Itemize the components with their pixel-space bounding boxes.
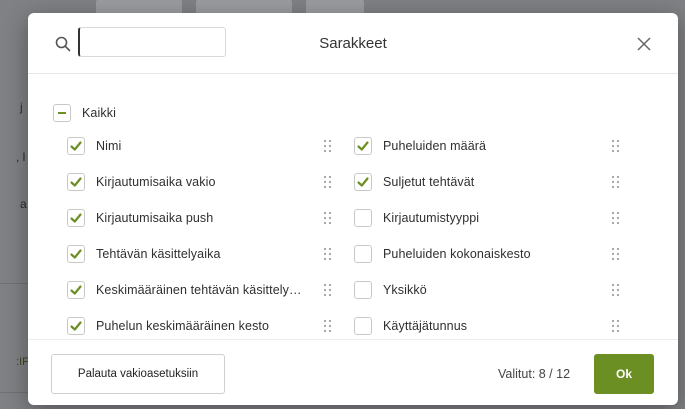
background-text: :IF [16,356,29,368]
column-label: Puhelun keskimääräinen kesto [96,319,270,333]
background-divider [0,283,28,284]
drag-handle-icon[interactable] [324,140,334,152]
check-icon [70,249,82,259]
check-icon [70,321,82,331]
drag-handle-icon[interactable] [612,212,622,224]
column-label: Kirjautumisaika vakio [96,175,216,189]
background-text: , l [16,150,26,164]
drag-handle-icon[interactable] [324,212,334,224]
column-label: Tehtävän käsittelyaika [96,247,221,261]
column-label: Kirjautumisaika push [96,211,214,225]
drag-handle-icon[interactable] [324,248,334,260]
column-checkbox[interactable] [67,209,85,227]
background-divider [0,392,28,393]
column-label: Kirjautumistyyppi [383,211,480,225]
drag-handle-icon[interactable] [612,284,622,296]
check-icon [357,177,369,187]
background-text: a [20,197,27,211]
column-checkbox[interactable] [354,245,372,263]
column-checkbox[interactable] [67,281,85,299]
check-icon [70,285,82,295]
dialog-header: Sarakkeet [28,13,678,74]
background-tab [306,0,364,14]
check-icon [70,141,82,151]
column-checkbox[interactable] [354,317,372,335]
column-checkbox[interactable] [67,173,85,191]
check-icon [357,141,369,151]
minus-icon [58,112,66,114]
column-checkbox[interactable] [67,245,85,263]
column-checkbox[interactable] [67,317,85,335]
column-label: Keskimääräinen tehtävän käsittely… [96,283,302,297]
select-all-label: Kaikki [82,106,116,120]
drag-handle-icon[interactable] [612,176,622,188]
column-checkbox[interactable] [354,173,372,191]
close-icon[interactable] [633,33,655,55]
background-tab [96,0,182,14]
drag-handle-icon[interactable] [612,140,622,152]
check-icon [70,177,82,187]
selected-count: Valitut: 8 / 12 [498,367,571,381]
drag-handle-icon[interactable] [612,248,622,260]
column-label: Nimi [96,139,122,153]
drag-handle-icon[interactable] [324,284,334,296]
column-checkbox[interactable] [67,137,85,155]
dialog-title: Sarakkeet [319,35,387,52]
column-list: Kaikki Nimi Kirjautumisaika vakio Kirjautu… [28,74,678,339]
drag-handle-icon[interactable] [324,320,334,332]
check-icon [70,213,82,223]
select-all-checkbox[interactable] [53,104,71,122]
columns-dialog: Sarakkeet Kaikki Nimi Kirjautumisaika vak… [28,13,678,405]
background-text: j [20,100,23,114]
reset-defaults-button[interactable]: Palauta vakioasetuksiin [51,354,225,394]
drag-handle-icon[interactable] [324,176,334,188]
column-label: Puheluiden kokonaiskesto [383,247,531,261]
column-label: Suljetut tehtävät [383,175,475,189]
dialog-footer: Palauta vakioasetuksiin Valitut: 8 / 12 … [28,339,678,405]
drag-handle-icon[interactable] [612,320,622,332]
column-label: Yksikkö [383,283,427,297]
column-label: Käyttäjätunnus [383,319,468,333]
column-label: Puheluiden määrä [383,139,487,153]
ok-button[interactable]: Ok [594,354,654,394]
column-checkbox[interactable] [354,281,372,299]
column-checkbox[interactable] [354,209,372,227]
column-checkbox[interactable] [354,137,372,155]
background-tab [196,0,292,14]
